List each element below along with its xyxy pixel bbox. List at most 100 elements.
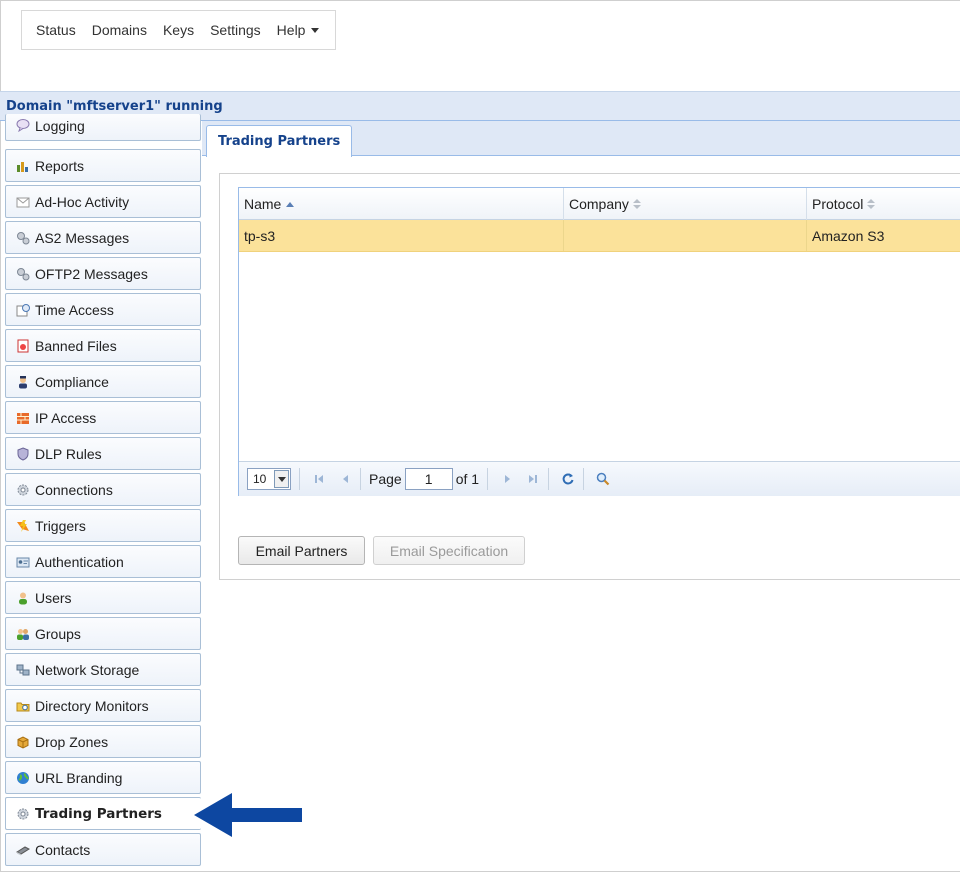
- tab-trading-partners[interactable]: Trading Partners: [206, 125, 353, 157]
- banned-file-icon: [16, 339, 30, 353]
- previous-page-icon: [342, 475, 348, 483]
- first-page-icon: [315, 475, 323, 483]
- column-header-name[interactable]: Name: [239, 188, 564, 220]
- column-header-label: Company: [569, 196, 629, 212]
- sidebar-item-connections[interactable]: Connections: [5, 473, 201, 506]
- previous-page-button[interactable]: [334, 468, 356, 490]
- sidebar-item-compliance[interactable]: Compliance: [5, 365, 201, 398]
- sidebar-item-url-branding[interactable]: URL Branding: [5, 761, 201, 794]
- sort-icon: [867, 198, 876, 210]
- sidebar-item-dlp-rules[interactable]: DLP Rules: [5, 437, 201, 470]
- email-specification-button[interactable]: Email Specification: [373, 536, 525, 565]
- sidebar-item-groups[interactable]: Groups: [5, 617, 201, 650]
- nav-domains[interactable]: Domains: [84, 22, 155, 38]
- nav-status[interactable]: Status: [28, 22, 84, 38]
- sidebar-item-reports[interactable]: Reports: [5, 149, 201, 182]
- user-icon: [16, 591, 30, 605]
- domain-status-title: Domain "mftserver1" running: [6, 98, 223, 114]
- sidebar-item-as2-messages[interactable]: AS2 Messages: [5, 221, 201, 254]
- sidebar-item-triggers[interactable]: Triggers: [5, 509, 201, 542]
- column-header-label: Protocol: [812, 196, 864, 212]
- sidebar-item-time-access[interactable]: Time Access: [5, 293, 201, 326]
- toolbar-separator: [583, 468, 585, 490]
- page-label: Page: [369, 471, 402, 487]
- toolbar-separator: [487, 468, 489, 490]
- table-row[interactable]: tp-s3 Amazon S3: [239, 220, 960, 252]
- dropdown-arrow-icon: [274, 470, 289, 488]
- nav-keys-label: Keys: [162, 22, 195, 38]
- sidebar-item-label: IP Access: [35, 409, 97, 426]
- sidebar-item-label: Directory Monitors: [35, 697, 149, 714]
- sidebar-item-network-storage[interactable]: Network Storage: [5, 653, 201, 686]
- sidebar-item-ad-hoc-activity[interactable]: Ad-Hoc Activity: [5, 185, 201, 218]
- sidebar-item-users[interactable]: Users: [5, 581, 201, 614]
- sidebar-item-directory-monitors[interactable]: Directory Monitors: [5, 689, 201, 722]
- sidebar-item-label: Logging: [35, 118, 85, 134]
- column-header-protocol[interactable]: Protocol: [807, 188, 960, 220]
- column-header-label: Name: [244, 196, 282, 212]
- tab-label: Trading Partners: [218, 134, 341, 149]
- search-button[interactable]: [592, 468, 614, 490]
- globe-icon: [16, 771, 30, 785]
- folder-monitor-icon: [16, 699, 30, 713]
- toolbar-separator: [299, 468, 300, 490]
- cell-name: tp-s3: [239, 220, 564, 251]
- speech-bubble-icon: [16, 118, 30, 133]
- gears-icon: [16, 231, 30, 245]
- page-size-value: 10: [253, 472, 267, 486]
- nav-status-label: Status: [36, 22, 76, 38]
- pointer-arrow-icon: [194, 793, 302, 837]
- first-page-button[interactable]: [308, 468, 330, 490]
- paging-toolbar: 10 Page 1 of 1: [239, 461, 960, 496]
- trading-partners-grid: Name Company Protocol tp-s3 Amazon S3 10…: [238, 187, 960, 496]
- next-page-button[interactable]: [496, 468, 518, 490]
- nav-help[interactable]: Help: [269, 22, 328, 38]
- firewall-icon: [16, 411, 30, 425]
- shield-icon: [16, 446, 30, 461]
- nav-settings[interactable]: Settings: [202, 22, 269, 38]
- sidebar-item-label: Drop Zones: [35, 733, 109, 750]
- sidebar-item-label: Triggers: [35, 517, 86, 534]
- sidebar-item-label: Banned Files: [35, 337, 117, 354]
- column-header-company[interactable]: Company: [564, 188, 807, 220]
- refresh-button[interactable]: [557, 468, 579, 490]
- sidebar-item-oftp2-messages[interactable]: OFTP2 Messages: [5, 257, 201, 290]
- next-page-icon: [504, 475, 510, 483]
- grid-header: Name Company Protocol: [239, 188, 960, 220]
- sidebar-item-label: AS2 Messages: [35, 229, 130, 246]
- gears-icon: [16, 267, 30, 281]
- email-partners-button[interactable]: Email Partners: [238, 536, 365, 565]
- toolbar-separator: [360, 468, 361, 490]
- last-page-button[interactable]: [522, 468, 544, 490]
- tab-strip: Trading Partners: [202, 121, 960, 157]
- nav-keys[interactable]: Keys: [155, 22, 202, 38]
- sidebar-item-label: Groups: [35, 625, 81, 642]
- sidebar-item-logging[interactable]: Logging: [5, 114, 201, 141]
- group-icon: [16, 627, 30, 641]
- sidebar-item-label: Users: [35, 589, 72, 606]
- nav-settings-label: Settings: [210, 22, 261, 38]
- refresh-icon: [562, 473, 574, 485]
- bar-chart-icon: [16, 159, 30, 173]
- sidebar-item-banned-files[interactable]: Banned Files: [5, 329, 201, 362]
- nav-help-label: Help: [276, 22, 306, 38]
- sidebar-item-contacts[interactable]: Contacts: [5, 833, 201, 866]
- sidebar-item-label: Ad-Hoc Activity: [35, 193, 130, 210]
- sidebar-item-label: Contacts: [35, 841, 91, 858]
- page-size-select[interactable]: 10: [247, 468, 291, 490]
- sidebar-item-trading-partners[interactable]: Trading Partners: [5, 797, 201, 830]
- sidebar-item-label: URL Branding: [35, 769, 123, 786]
- address-book-icon: [15, 843, 31, 857]
- nav-domains-label: Domains: [91, 22, 147, 38]
- id-card-icon: [16, 555, 30, 569]
- gear-icon: [16, 483, 30, 497]
- sidebar-item-label: Network Storage: [35, 661, 140, 678]
- sidebar-item-ip-access[interactable]: IP Access: [5, 401, 201, 434]
- sidebar-item-authentication[interactable]: Authentication: [5, 545, 201, 578]
- current-page-input[interactable]: 1: [404, 468, 453, 490]
- sort-icon: [632, 198, 641, 210]
- gear-icon: [16, 807, 30, 821]
- sidebar-item-drop-zones[interactable]: Drop Zones: [5, 725, 201, 758]
- box-icon: [16, 735, 30, 749]
- sidebar-item-label: Trading Partners: [35, 805, 162, 822]
